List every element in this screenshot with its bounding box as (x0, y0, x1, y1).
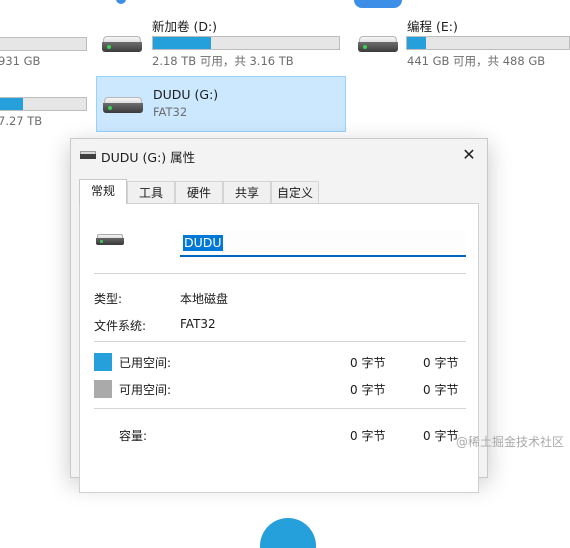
usage-pie-chart (260, 518, 316, 548)
drive-c-space: 931 GB (0, 54, 41, 68)
close-button[interactable]: ✕ (457, 143, 481, 167)
drive-c-usage-bar (0, 37, 87, 51)
free-space-bytes: 0 字节 (350, 383, 386, 397)
drive-d-usage-fill (153, 37, 211, 49)
drive-d-name: 新加卷 (D:) (152, 19, 218, 34)
tab-tools[interactable]: 工具 (127, 181, 175, 203)
general-tab-panel: DUDU 类型: 本地磁盘 文件系统: FAT32 已用空间: 0 字节 0 字… (79, 203, 479, 548)
drive-d-space: 2.18 TB 可用，共 3.16 TB (152, 54, 294, 68)
hard-drive-icon (358, 36, 398, 52)
separator (94, 408, 466, 409)
properties-dialog: DUDU (G:) 属性 ✕ 常规 工具 硬件 共享 自定义 DUDU 类型: … (70, 138, 488, 548)
used-space-color-swatch (94, 353, 112, 371)
tab-customize[interactable]: 自定义 (271, 181, 319, 203)
drive-f-usage-bar (0, 97, 87, 111)
dialog-title: DUDU (G:) 属性 (101, 150, 196, 165)
drive-tile-g-selected[interactable]: DUDU (G:) FAT32 (96, 76, 346, 132)
watermark: @稀土掘金技术社区 (455, 435, 564, 449)
drive-g-name: DUDU (G:) (153, 87, 219, 102)
hard-drive-icon (102, 36, 142, 52)
separator (94, 341, 466, 342)
used-space-size: 0 字节 (423, 356, 459, 370)
capacity-size: 0 字节 (423, 429, 459, 443)
used-space-bytes: 0 字节 (350, 356, 386, 370)
tab-general[interactable]: 常规 (79, 179, 127, 204)
tab-sharing[interactable]: 共享 (223, 181, 271, 203)
partial-icon-top-left (116, 0, 126, 4)
hard-drive-icon (103, 97, 143, 113)
drive-e-name: 编程 (E:) (407, 19, 458, 34)
drive-d-usage-bar (152, 36, 340, 50)
dialog-titlebar[interactable]: DUDU (G:) 属性 ✕ (71, 139, 487, 171)
filesystem-label: 文件系统: (94, 319, 147, 333)
type-value: 本地磁盘 (180, 292, 229, 306)
drive-icon (80, 151, 96, 159)
drive-tile-d[interactable]: 新加卷 (D:) 2.18 TB 可用，共 3.16 TB (96, 14, 346, 70)
free-space-label: 可用空间: (119, 383, 172, 397)
tab-hardware[interactable]: 硬件 (175, 181, 223, 203)
drive-tile-e[interactable]: 编程 (E:) 441 GB 可用，共 488 GB (350, 14, 570, 70)
drive-f-usage-fill (0, 98, 24, 110)
free-space-size: 0 字节 (423, 383, 459, 397)
filesystem-value: FAT32 (180, 317, 216, 331)
drive-e-usage-bar (406, 36, 570, 50)
hard-drive-icon (96, 234, 124, 245)
used-space-label: 已用空间: (119, 356, 172, 370)
partial-button-top[interactable] (354, 0, 402, 8)
type-label: 类型: (94, 292, 123, 306)
volume-name-input[interactable]: DUDU (180, 230, 466, 257)
drive-e-space: 441 GB 可用，共 488 GB (407, 54, 546, 68)
capacity-bytes: 0 字节 (350, 429, 386, 443)
capacity-label: 容量: (119, 429, 148, 443)
separator (94, 273, 466, 274)
drive-e-usage-fill (407, 37, 427, 49)
free-space-color-swatch (94, 380, 112, 398)
drive-g-filesystem: FAT32 (153, 105, 188, 119)
drive-f-space: 7.27 TB (0, 114, 43, 128)
volume-name-selected-text: DUDU (183, 235, 223, 251)
